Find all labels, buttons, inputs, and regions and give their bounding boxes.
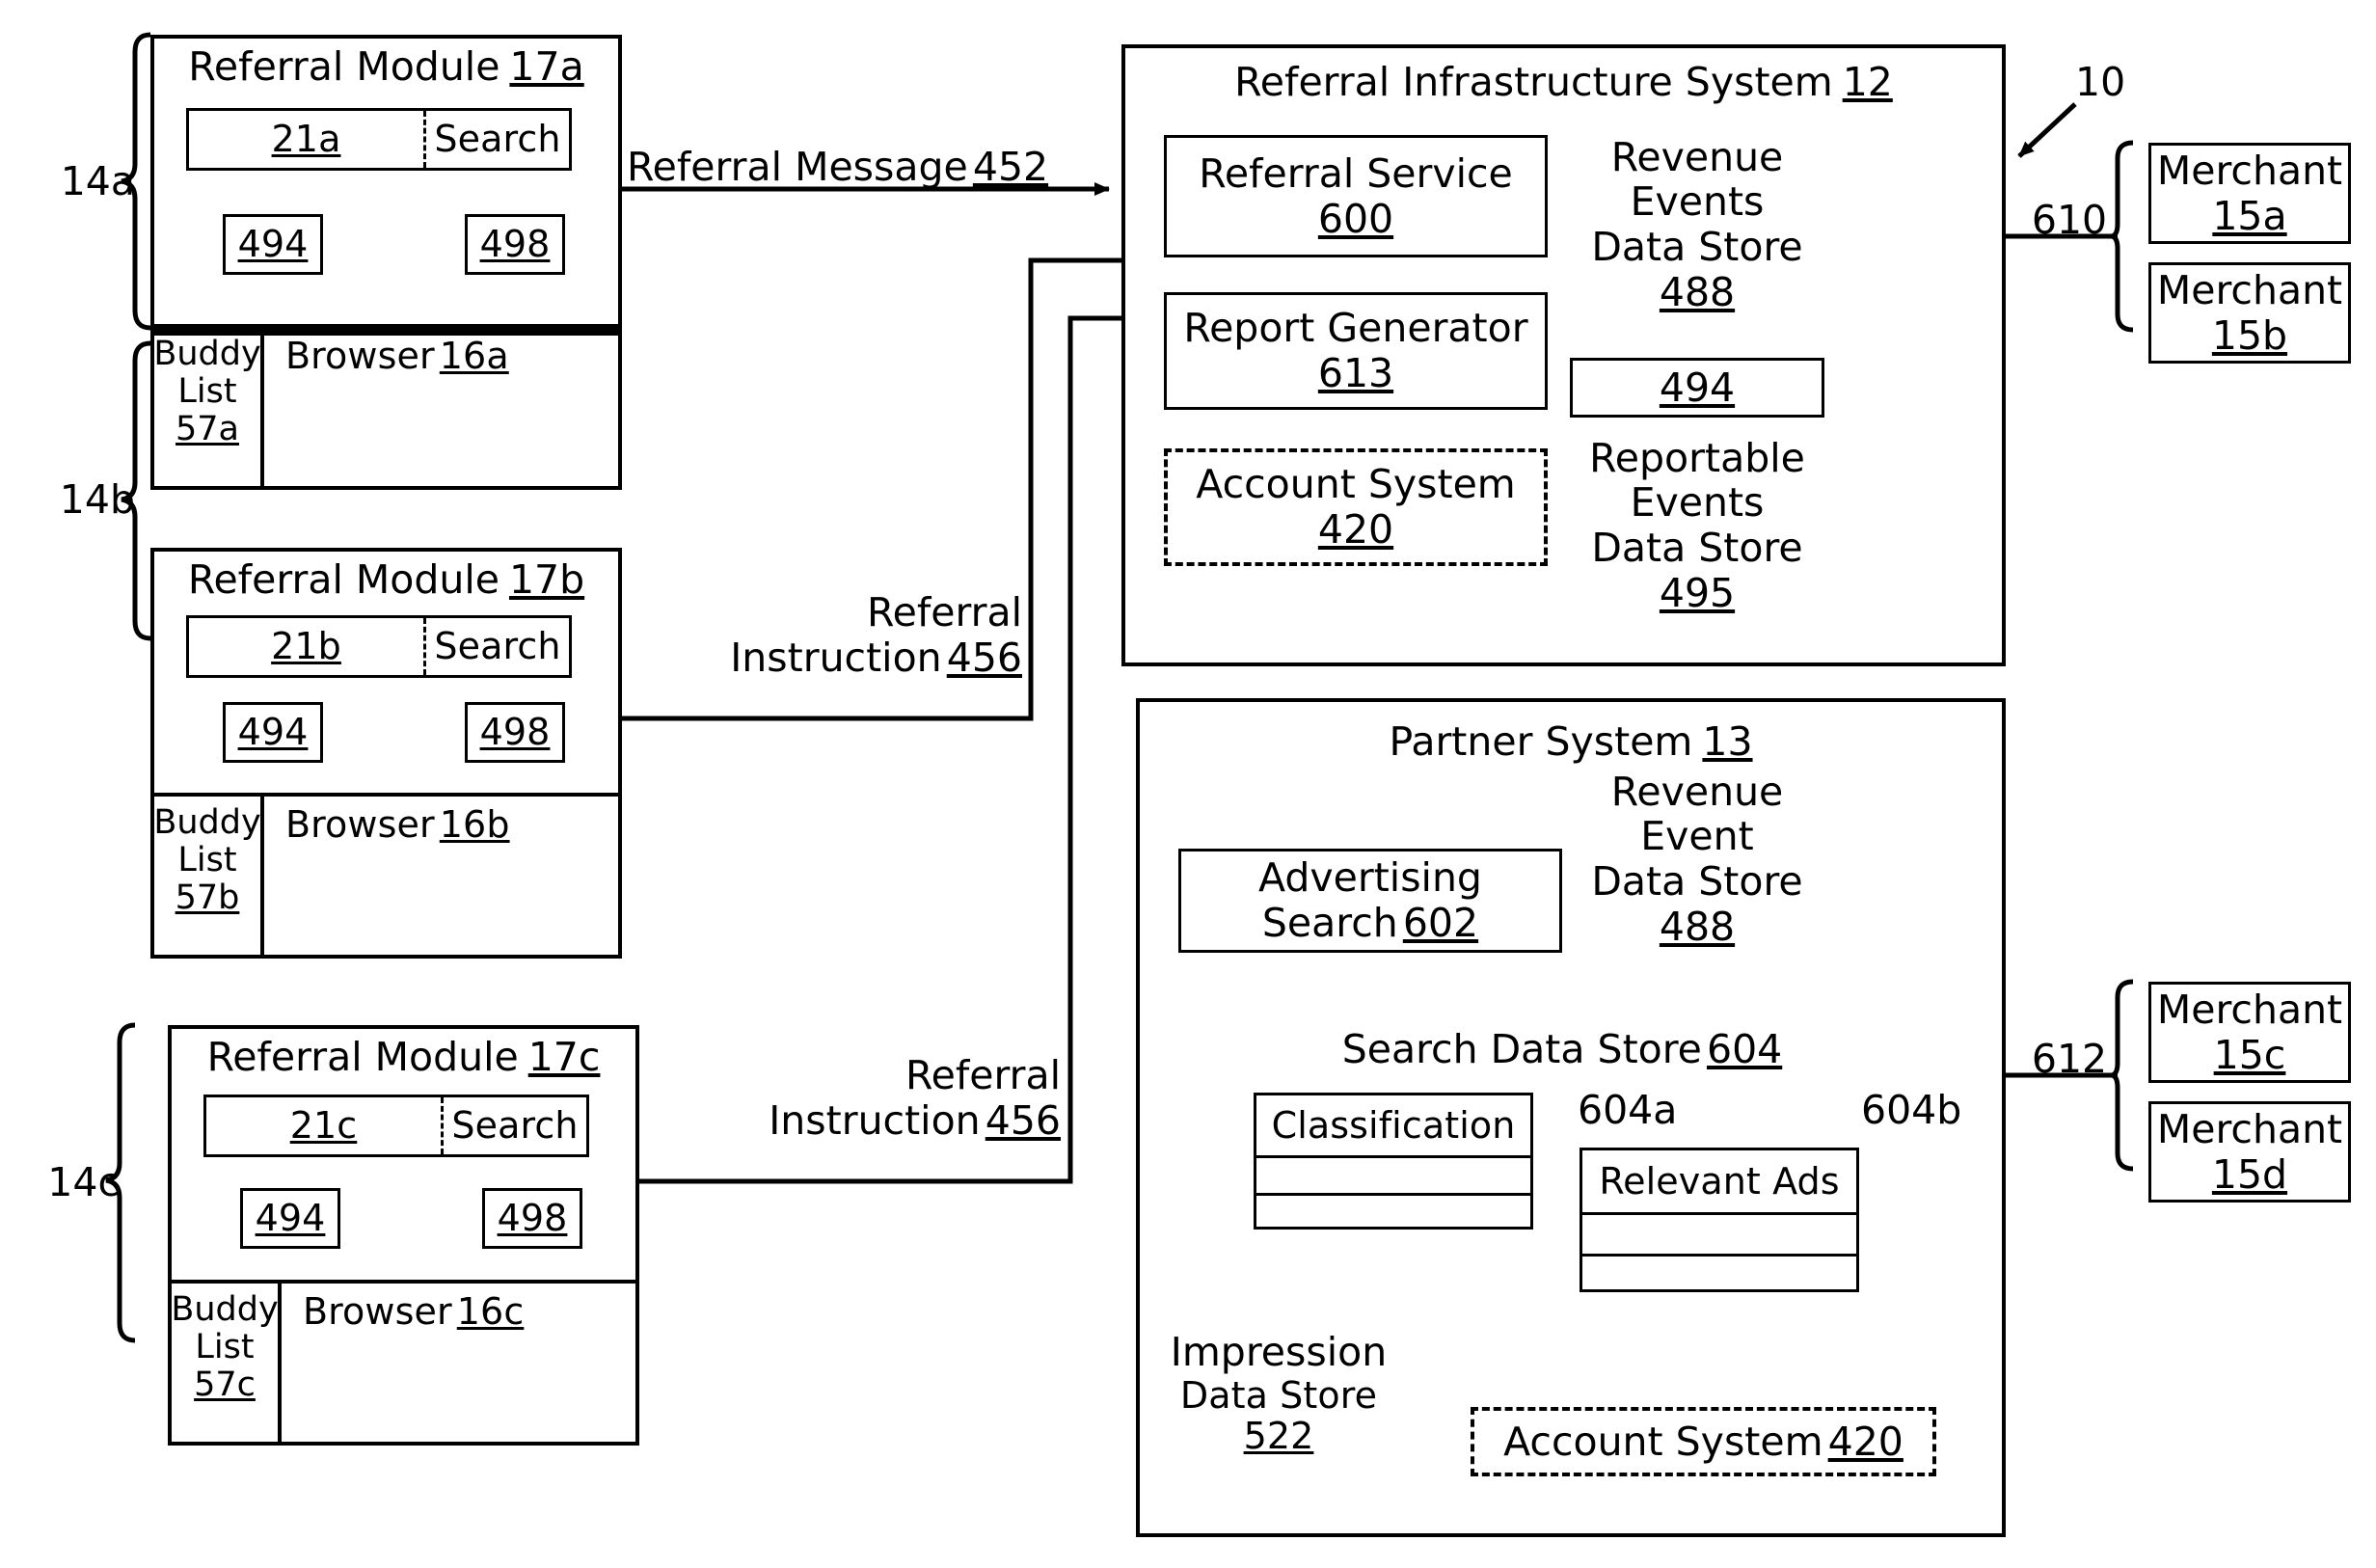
client-14a-ref-498: 498 [465, 214, 565, 275]
client-14b-module-ref: 17b [508, 556, 585, 603]
figure-ref-arrow [2017, 102, 2077, 158]
client-14c-module-ref: 17c [527, 1034, 601, 1080]
classification-table-row [1256, 1158, 1530, 1196]
client-14c-module-title-row: Referral Module 17c [172, 1035, 635, 1087]
client-14a-input-row[interactable]: 21a Search [186, 108, 572, 171]
client-14c-search-button[interactable]: Search [444, 1097, 586, 1154]
client-14a-module-title: Referral Module [188, 43, 500, 90]
referral-service-box: Referral Service 600 [1164, 135, 1548, 257]
relevant-ads-ref-604b: 604b [1861, 1087, 1962, 1133]
classification-table-row [1256, 1196, 1530, 1232]
merchant-15d-box: Merchant 15d [2148, 1101, 2351, 1203]
partner-title-row: Partner System 13 [1136, 719, 2006, 773]
relevant-ads-table-row [1582, 1215, 1856, 1257]
client-14c-module-title: Referral Module [206, 1034, 519, 1080]
client-14c-browser: Browser 16c [282, 1284, 639, 1446]
client-14a-ref-494: 494 [223, 214, 323, 275]
merchant-15c-box: Merchant 15c [2148, 982, 2351, 1083]
client-14b-module-title: Referral Module [187, 556, 500, 603]
client-14b-buddy-list: Buddy List 57b [150, 797, 264, 959]
client-14a-module-ref: 17a [509, 43, 584, 90]
partner-title-ref: 13 [1702, 718, 1753, 765]
classification-table: Classification [1254, 1093, 1533, 1230]
client-14b-search-button[interactable]: Search [426, 618, 569, 675]
infrastructure-account-system-box: Account System 420 [1164, 448, 1548, 566]
relevant-ads-table-header: Relevant Ads [1582, 1150, 1856, 1215]
client-14b-module-title-row: Referral Module 17b [154, 557, 618, 609]
infrastructure-title-ref: 12 [1842, 59, 1893, 105]
client-14a-input-field[interactable]: 21a [189, 111, 426, 168]
client-14c-input-row[interactable]: 21c Search [203, 1095, 589, 1157]
client-14a-buddy-list: Buddy List 57a [150, 328, 264, 490]
relevant-ads-table-row [1582, 1257, 1856, 1295]
reportable-events-data-store-label: Reportable Events Data Store 495 [1589, 434, 1805, 616]
report-generator-box: Report Generator 613 [1164, 292, 1548, 410]
connector-label-612: 612 [2031, 1036, 2108, 1082]
client-14b-ref-494: 494 [223, 702, 323, 763]
client-14c-input-field[interactable]: 21c [206, 1097, 444, 1154]
merchant-15a-box: Merchant 15a [2148, 143, 2351, 244]
client-14a-search-button[interactable]: Search [426, 111, 569, 168]
client-14a-module-title-row: Referral Module 17a [154, 44, 618, 96]
client-14b-browser: Browser 16b [264, 797, 622, 959]
client-14b-input-row[interactable]: 21b Search [186, 615, 572, 678]
impression-data-store-label: Impression Data Store 522 [1170, 1329, 1388, 1458]
partner-title: Partner System [1389, 718, 1693, 765]
flow-label-referral-instruction-b: Referral Instruction 456 [730, 589, 1022, 681]
infrastructure-title: Referral Infrastructure System [1234, 59, 1833, 105]
client-14c-buddy-list: Buddy List 57c [168, 1284, 282, 1446]
classification-ref-604a: 604a [1578, 1087, 1678, 1133]
flow-label-referral-message: Referral Message 452 [627, 144, 1049, 190]
search-data-store-label: Search Data Store 604 [1341, 1025, 1783, 1072]
client-14b-ref-498: 498 [465, 702, 565, 763]
client-14c-ref-494: 494 [240, 1188, 340, 1249]
advertising-search-box: Advertising Search 602 [1178, 849, 1562, 953]
bracket-label-14a: 14a [60, 158, 135, 204]
patent-figure: 14a Referral Module 17a 21a Search 494 4… [0, 0, 2376, 1568]
connector-label-610: 610 [2031, 197, 2108, 243]
figure-ref-label: 10 [2075, 59, 2126, 105]
infrastructure-title-row: Referral Infrastructure System 12 [1121, 60, 2006, 114]
partner-revenue-event-data-store-label: Revenue Event Data Store 488 [1591, 768, 1803, 950]
infrastructure-ref-494-box: 494 [1570, 358, 1824, 418]
bracket-label-14c: 14c [47, 1159, 120, 1205]
partner-account-system-box: Account System 420 [1471, 1407, 1936, 1476]
classification-table-header: Classification [1256, 1095, 1530, 1158]
client-14c-ref-498: 498 [482, 1188, 582, 1249]
bracket-label-14b: 14b [59, 476, 135, 523]
client-14a-browser: Browser 16a [264, 328, 622, 490]
revenue-events-data-store-label: Revenue Events Data Store 488 [1591, 133, 1803, 315]
merchant-15b-box: Merchant 15b [2148, 262, 2351, 364]
flow-label-referral-instruction-c: Referral Instruction 456 [769, 1052, 1061, 1144]
relevant-ads-table: Relevant Ads [1580, 1148, 1859, 1292]
client-14b-input-field[interactable]: 21b [189, 618, 426, 675]
